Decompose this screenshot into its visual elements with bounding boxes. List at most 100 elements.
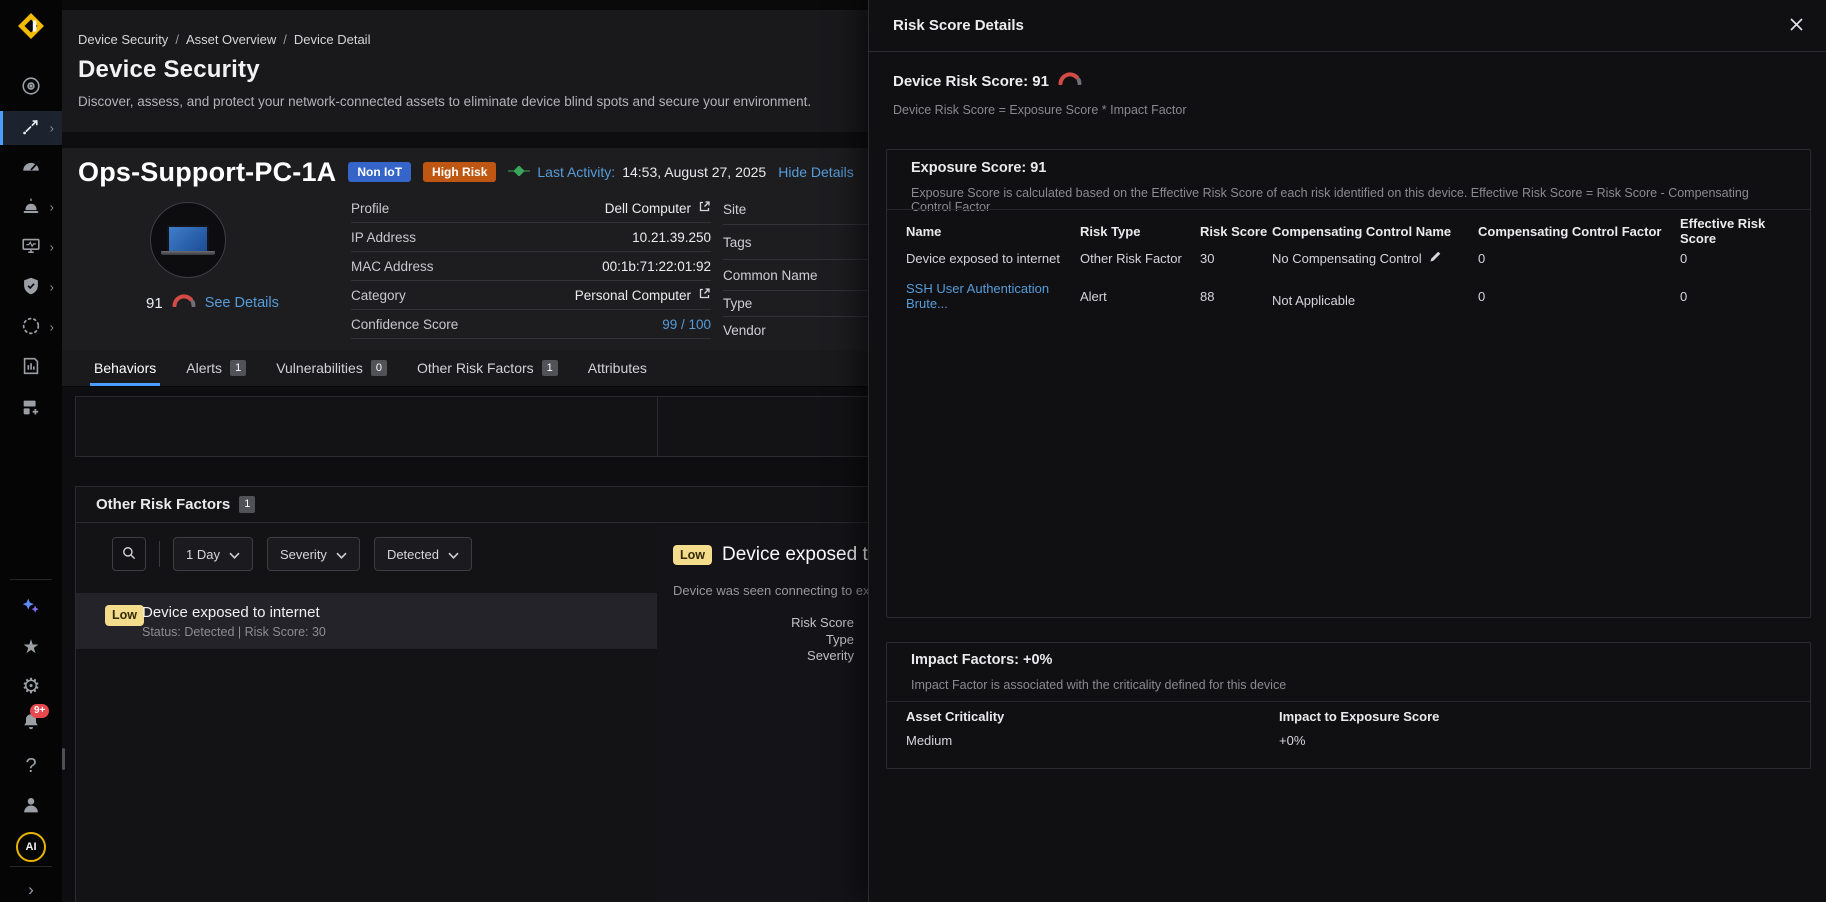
detail-label-severity: Severity (657, 648, 854, 665)
panel-title: Risk Score Details (893, 17, 1024, 34)
sidebar-item-devices[interactable]: › (0, 230, 62, 264)
sidebar-item-alerts[interactable]: › (0, 190, 62, 224)
severity-badge: Low (105, 605, 144, 626)
risk-factor-detail-pane: Low Device exposed to inter Device was s… (657, 523, 868, 902)
filter-bar: 1 Day Severity Detected (112, 537, 486, 571)
tab-bar: Behaviors Alerts1 Vulnerabilities0 Other… (62, 350, 868, 387)
status-dropdown[interactable]: Detected (374, 537, 472, 571)
divider (887, 701, 1810, 702)
risk-type: Alert (1080, 289, 1200, 304)
sidebar: › › › › › (0, 0, 62, 902)
page-header: Device Security / Asset Overview / Devic… (62, 10, 868, 132)
impact-factors-description: Impact Factor is associated with the cri… (911, 678, 1786, 692)
sidebar-item-processes[interactable]: › (0, 310, 62, 344)
breadcrumb-device-security[interactable]: Device Security (78, 32, 168, 47)
monitor-pulse-icon (20, 235, 42, 260)
laptop-image (167, 225, 209, 251)
sidebar-item-discover[interactable] (0, 70, 62, 104)
time-range-dropdown[interactable]: 1 Day (173, 537, 253, 571)
panel-header: Risk Score Details (869, 0, 1826, 52)
hide-details-link[interactable]: Hide Details (778, 164, 853, 180)
tab-count-badge: 0 (371, 360, 387, 376)
compensating-control-name: Not Applicable (1272, 284, 1478, 308)
tab-attributes[interactable]: Attributes (588, 350, 647, 386)
field-row-profile: Profile Dell Computer (351, 194, 711, 223)
see-details-link[interactable]: See Details (205, 295, 279, 311)
impact-factors-title: Impact Factors: +0% (911, 652, 1052, 668)
exposure-score-title: Exposure Score: 91 (911, 160, 1046, 176)
armis-logo-icon[interactable] (16, 11, 46, 41)
exposure-table-header: Name Risk Type Risk Score Compensating C… (887, 216, 1810, 246)
asset-criticality: Medium (906, 733, 1279, 748)
sidebar-item-settings[interactable]: ⚙ (0, 669, 62, 703)
question-icon: ? (25, 756, 36, 776)
main-content: Device Security / Asset Overview / Devic… (62, 0, 868, 902)
sidebar-item-ai-assist[interactable] (0, 590, 62, 624)
sidebar-item-favorites[interactable]: ★ (0, 630, 62, 664)
breadcrumb-separator: / (283, 32, 287, 47)
shield-check-icon (20, 275, 42, 300)
dotted-circle-icon (20, 315, 42, 340)
sidebar-item-dashboard[interactable] (0, 151, 62, 185)
breadcrumb-asset-overview[interactable]: Asset Overview (186, 32, 276, 47)
star-icon: ★ (22, 638, 39, 657)
sidebar-item-device-security[interactable]: › (0, 111, 62, 145)
chevron-down-icon (229, 547, 240, 562)
breadcrumb-device-detail[interactable]: Device Detail (294, 32, 371, 47)
risk-gauge-icon (1058, 72, 1082, 90)
sidebar-item-integrations[interactable] (0, 391, 62, 425)
risk-factor-status: Status: Detected | Risk Score: 30 (142, 625, 326, 639)
risk-score-formula: Device Risk Score = Exposure Score * Imp… (893, 103, 1187, 117)
sidebar-item-account[interactable] (0, 789, 62, 823)
person-icon (20, 794, 42, 819)
detail-label-risk-score: Risk Score (657, 615, 854, 632)
impact-factors-box: Impact Factors: +0% Impact Factor is ass… (886, 642, 1811, 769)
sidebar-item-notifications[interactable]: 9+ (0, 706, 62, 740)
last-activity: Last Activity: 14:53, August 27, 2025 (508, 164, 766, 180)
sidebar-item-reports[interactable] (0, 350, 62, 384)
edit-control-button[interactable] (1429, 250, 1442, 266)
sidebar-divider (10, 579, 52, 580)
external-link-icon[interactable] (698, 287, 711, 303)
search-button[interactable] (112, 537, 146, 571)
compensating-control-factor: 0 (1478, 289, 1680, 304)
sidebar-item-security-policies[interactable]: › (0, 270, 62, 304)
exposure-score-box: Exposure Score: 91 Exposure Score is cal… (886, 149, 1811, 618)
tab-behaviors[interactable]: Behaviors (94, 350, 156, 386)
radar-icon (20, 75, 42, 100)
device-avatar (150, 202, 226, 278)
sidebar-collapse-toggle[interactable]: › (0, 872, 62, 902)
compensating-control-name: No Compensating Control (1272, 250, 1478, 266)
impact-to-exposure-score: +0% (1279, 733, 1791, 748)
sidebar-item-ai-chat[interactable]: AI (0, 830, 62, 864)
device-risk-score-row: Device Risk Score: 91 (893, 72, 1082, 90)
risk-name: Device exposed to internet (906, 251, 1080, 266)
sidebar-item-help[interactable]: ? (0, 749, 62, 783)
tab-vulnerabilities[interactable]: Vulnerabilities0 (276, 350, 387, 386)
chevron-right-icon: › (50, 122, 54, 135)
device-summary: Ops-Support-PC-1A Non IoT High Risk Last… (62, 148, 868, 350)
field-row-category: Category Personal Computer (351, 281, 711, 310)
scrollbar-thumb[interactable] (62, 748, 65, 770)
risk-score: 88 (1200, 289, 1272, 304)
tab-other-risk-factors[interactable]: Other Risk Factors1 (417, 350, 558, 386)
breadcrumb: Device Security / Asset Overview / Devic… (78, 32, 370, 47)
ai-badge: AI (16, 832, 46, 862)
notification-count-badge: 9+ (30, 704, 49, 718)
close-button[interactable] (1789, 17, 1804, 35)
severity-dropdown[interactable]: Severity (267, 537, 360, 571)
sidebar-divider (10, 866, 52, 867)
device-name: Ops-Support-PC-1A (78, 157, 336, 188)
search-icon (120, 544, 138, 565)
device-type-badge: Non IoT (348, 162, 411, 182)
external-link-icon[interactable] (698, 200, 711, 216)
impact-table-header: Asset Criticality Impact to Exposure Sco… (887, 709, 1810, 724)
bell-icon: 9+ (20, 711, 42, 736)
severity-badge: Low (673, 545, 712, 566)
risk-name-link[interactable]: SSH User Authentication Brute... (906, 281, 1080, 311)
gear-icon: ⚙ (22, 676, 41, 697)
tab-alerts[interactable]: Alerts1 (186, 350, 246, 386)
device-risk-score-value: 91 (146, 295, 163, 312)
page-description: Discover, assess, and protect your netwo… (78, 94, 811, 109)
risk-factor-list-item[interactable]: Low Device exposed to internet Status: D… (76, 593, 657, 649)
